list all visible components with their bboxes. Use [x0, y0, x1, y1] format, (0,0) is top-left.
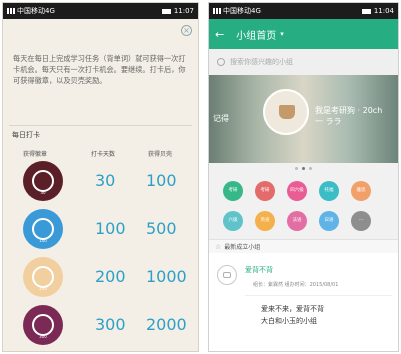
search-bar[interactable]: 搜索你感兴趣的小组	[209, 49, 398, 75]
signal-icon	[7, 8, 15, 14]
badge-icon: 30	[23, 161, 63, 201]
carrier-label: 中国移动4G	[17, 7, 55, 15]
shell-reward: 1000	[146, 267, 187, 286]
badge-check-icon	[32, 314, 54, 336]
divider	[9, 125, 192, 126]
carousel-dot[interactable]	[302, 166, 305, 170]
category-button[interactable]: 日语	[319, 211, 339, 231]
banner-right-text: 我是考研狗 · 20ch 一 ララ	[315, 106, 383, 126]
status-bar: 中国移动4G 11:04	[209, 3, 398, 19]
group-slogan: 爱来不来，爱背不背 大白和小玉的小组	[261, 305, 324, 325]
status-time: 11:07	[173, 7, 194, 15]
battery-icon	[361, 8, 371, 14]
category-button[interactable]: ···	[351, 211, 371, 231]
badge-label: 30	[40, 190, 46, 195]
doc-icon	[223, 272, 231, 278]
group-name[interactable]: 爱背不背	[245, 265, 273, 275]
category-button[interactable]: 六级	[223, 211, 243, 231]
checkin-days: 100	[95, 219, 126, 238]
cup-icon	[279, 105, 295, 119]
battery-icon	[161, 8, 171, 14]
badge-check-icon	[32, 170, 54, 192]
category-button[interactable]: 四六级	[287, 181, 307, 201]
star-icon: ☆	[215, 242, 222, 251]
status-bar: 中国移动4G 11:07	[3, 3, 198, 19]
group-card[interactable]: 爱背不背 组长：紫霖然 组办时间：2015/08/01 爱来不来，爱背不背 大白…	[209, 253, 398, 351]
reward-row: 30 30 100	[3, 159, 198, 205]
badge-label: 300	[39, 334, 47, 339]
close-icon[interactable]: ×	[181, 25, 192, 36]
badge-icon: 300	[23, 305, 63, 345]
checkin-days: 30	[95, 171, 116, 190]
section-header: ☆ 最新成立小组	[209, 239, 398, 253]
column-header-days: 打卡天数	[91, 151, 116, 158]
badge-icon: 100	[23, 209, 63, 249]
badge-check-icon	[32, 218, 54, 240]
shell-reward: 500	[146, 219, 177, 238]
reward-row: 200 200 1000	[3, 255, 198, 301]
checkin-days: 300	[95, 315, 126, 334]
shell-reward: 2000	[146, 315, 187, 334]
column-header-badge: 获得徽章	[23, 151, 48, 158]
signal-area: 中国移动4G	[213, 6, 261, 16]
section-title: 最新成立小组	[224, 244, 261, 251]
checkin-days: 200	[95, 267, 126, 286]
group-icon	[217, 265, 237, 285]
section-title: 每日打卡	[12, 131, 40, 139]
status-time: 11:04	[373, 7, 394, 15]
status-right: 11:07	[161, 7, 194, 15]
featured-banner[interactable]: 记得 我是考研狗 · 20ch 一 ララ	[209, 75, 398, 163]
chevron-down-icon[interactable]: ▾	[280, 30, 284, 38]
page-title[interactable]: 小组首页	[236, 27, 276, 42]
category-button[interactable]: 考研	[223, 181, 243, 201]
badge-check-icon	[32, 266, 54, 288]
group-meta: 组长：紫霖然 组办时间：2015/08/01	[253, 282, 339, 288]
divider	[245, 295, 392, 296]
carousel-dot[interactable]	[309, 166, 312, 170]
status-right: 11:04	[361, 7, 394, 15]
carrier-label: 中国移动4G	[223, 7, 261, 15]
column-header-points: 获得贝壳	[148, 151, 173, 158]
back-arrow-icon[interactable]: ←	[215, 28, 224, 41]
left-phone-screen: 中国移动4G 11:07 × 每天在每日上完成学习任务（背单词）就可获得一次打卡…	[2, 2, 199, 352]
carousel-dots	[209, 163, 398, 173]
search-placeholder: 搜索你感兴趣的小组	[230, 58, 293, 66]
app-bar: ← 小组首页 ▾	[209, 19, 398, 49]
group-avatar	[263, 89, 309, 135]
category-button[interactable]: 托福	[319, 181, 339, 201]
checkin-notice: 每天在每日上完成学习任务（背单词）就可获得一次打卡机会。每天只有一次打卡机会。要…	[13, 54, 186, 85]
signal-icon	[213, 8, 221, 14]
carousel-dot[interactable]	[295, 166, 298, 170]
category-button[interactable]: 英语	[255, 211, 275, 231]
search-icon	[217, 58, 225, 66]
shell-reward: 100	[146, 171, 177, 190]
badge-label: 100	[39, 238, 47, 243]
reward-row: 100 100 500	[3, 207, 198, 253]
signal-area: 中国移动4G	[7, 6, 55, 16]
category-button[interactable]: 考研	[255, 181, 275, 201]
badge-label: 200	[39, 286, 47, 291]
category-grid: 考研 考研 四六级 托福 雅思 六级 英语 法语 日语 ···	[209, 173, 398, 239]
reward-row: 300 300 2000	[3, 303, 198, 349]
category-button[interactable]: 雅思	[351, 181, 371, 201]
right-phone-screen: 中国移动4G 11:04 ← 小组首页 ▾ 搜索你感兴趣的小组 记得 我是考研狗…	[208, 2, 399, 352]
category-button[interactable]: 法语	[287, 211, 307, 231]
badge-icon: 200	[23, 257, 63, 297]
banner-left-text: 记得	[213, 114, 229, 123]
